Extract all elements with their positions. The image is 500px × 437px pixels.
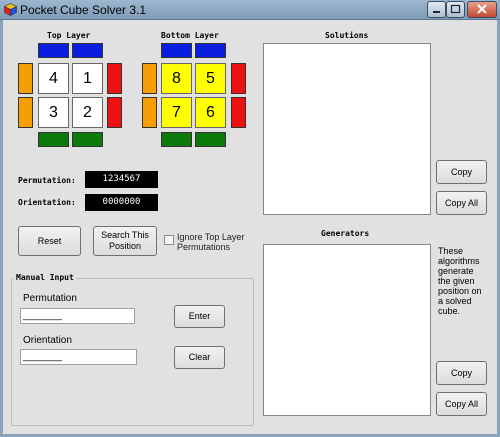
top-left-lower-sticker [18, 97, 33, 128]
generators-list[interactable] [263, 244, 431, 416]
bottom-front-left-sticker [161, 132, 192, 147]
title-bar[interactable]: Pocket Cube Solver 3.1 [0, 0, 500, 20]
bottom-layer-label: Bottom Layer [161, 31, 219, 40]
top-cubie[interactable]: 1 [72, 63, 103, 94]
maximize-icon [450, 4, 461, 14]
top-front-left-sticker [38, 132, 69, 147]
clear-button[interactable]: Clear [174, 346, 225, 369]
manual-permutation-input[interactable]: _______ [20, 308, 135, 324]
checkbox-label-line1: Ignore Top Layer [177, 232, 245, 242]
top-right-lower-sticker [107, 97, 122, 128]
close-icon [477, 4, 487, 14]
search-button-line2: Position [108, 241, 142, 251]
bottom-front-right-sticker [195, 132, 226, 147]
ignore-top-layer-label: Ignore Top Layer Permutations [177, 232, 244, 252]
generators-title: Generators [321, 229, 370, 238]
search-position-button[interactable]: Search This Position [93, 226, 157, 256]
search-button-line1: Search This [101, 230, 149, 240]
bottom-right-lower-sticker [231, 97, 246, 128]
info-line: generate [438, 266, 474, 276]
top-right-upper-sticker [107, 63, 122, 94]
ignore-top-layer-checkbox[interactable] [164, 235, 174, 245]
enter-button[interactable]: Enter [174, 305, 225, 328]
bottom-cubie[interactable]: 7 [161, 97, 192, 128]
solutions-title: Solutions [325, 31, 369, 40]
copy-solutions-button[interactable]: Copy [436, 160, 487, 184]
info-line: the given [438, 276, 475, 286]
permutation-display: 1234567 [85, 171, 158, 188]
orientation-display: 0000000 [85, 194, 158, 211]
bottom-cubie[interactable]: 5 [195, 63, 226, 94]
info-line: algorithms [438, 256, 480, 266]
minimize-button[interactable] [427, 1, 446, 18]
bottom-left-lower-sticker [142, 97, 157, 128]
solutions-list[interactable] [263, 43, 431, 215]
close-button[interactable] [467, 1, 497, 18]
top-cubie[interactable]: 3 [38, 97, 69, 128]
bottom-cubie[interactable]: 6 [195, 97, 226, 128]
top-cubie[interactable]: 4 [38, 63, 69, 94]
manual-orientation-label: Orientation [23, 335, 72, 346]
info-line: These [438, 246, 464, 256]
top-layer-label: Top Layer [47, 31, 91, 40]
manual-input-title: Manual Input [14, 273, 76, 282]
top-back-right-sticker [72, 43, 103, 58]
bottom-left-upper-sticker [142, 63, 157, 94]
top-left-upper-sticker [18, 63, 33, 94]
reset-button[interactable]: Reset [18, 226, 81, 256]
bottom-cubie[interactable]: 8 [161, 63, 192, 94]
top-front-right-sticker [72, 132, 103, 147]
manual-permutation-label: Permutation [23, 293, 77, 304]
main-client-area: Top Layer 4 1 3 2 Bottom Layer 8 5 7 6 P… [3, 20, 497, 434]
top-back-left-sticker [38, 43, 69, 58]
info-line: position on [438, 286, 482, 296]
bottom-back-right-sticker [195, 43, 226, 58]
info-line: cube. [438, 306, 461, 316]
minimize-icon [433, 11, 440, 13]
bottom-back-left-sticker [161, 43, 192, 58]
copy-all-generators-button[interactable]: Copy All [436, 392, 487, 416]
cube-app-icon [4, 3, 17, 16]
top-cubie[interactable]: 2 [72, 97, 103, 128]
checkbox-label-line2: Permutations [177, 242, 231, 252]
generators-info-text: These algorithms generate the given posi… [438, 246, 482, 316]
manual-orientation-input[interactable]: _______ [20, 349, 137, 365]
bottom-right-upper-sticker [231, 63, 246, 94]
info-line: a solved [438, 296, 472, 306]
permutation-label: Permutation: [18, 176, 76, 185]
copy-all-solutions-button[interactable]: Copy All [436, 191, 487, 215]
copy-generators-button[interactable]: Copy [436, 361, 487, 385]
maximize-button[interactable] [446, 1, 465, 18]
window-title: Pocket Cube Solver 3.1 [20, 3, 147, 17]
orientation-label: Orientation: [18, 198, 76, 207]
